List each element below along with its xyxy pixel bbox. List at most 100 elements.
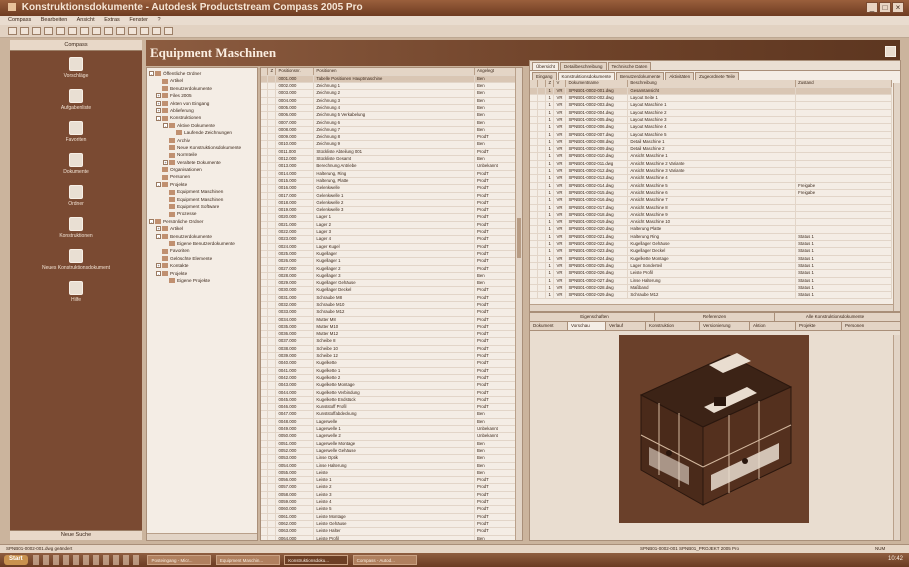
document-row[interactable]: 0024.000 Lager Kugel ProdT	[261, 243, 517, 251]
document-row[interactable]: 0015.000 Halterung, Platte ProdT	[261, 177, 517, 186]
document-row[interactable]: 0003.000 Zeichnung 2 Ben	[261, 89, 517, 98]
quicklaunch-icons[interactable]	[33, 555, 144, 565]
design-document-row[interactable]: 1 VR SPNB01-0002-026.dwg Leiste Profil Statu…	[530, 269, 892, 278]
document-row[interactable]: 0007.000 Zeichnung 6 Ben	[261, 119, 517, 127]
design-document-row[interactable]: 1 VR SPNB01-0002-013.dwg Ansicht Maschine 4	[530, 174, 892, 183]
document-row[interactable]: 0028.000 Kugellager 3 Ben	[261, 272, 517, 281]
document-row[interactable]: 0004.000 Zeichnung 3 Ben	[261, 97, 517, 106]
tree-node[interactable]: + Artikel	[149, 225, 255, 232]
document-row[interactable]: 0001.000 Tabelle Positionen Hauptmaschine…	[261, 75, 517, 84]
back-icon[interactable]	[128, 27, 137, 35]
minimize-button[interactable]: _	[866, 2, 878, 13]
document-row[interactable]: 0018.000 Gelenkwelle 2 ProdT	[261, 199, 517, 208]
document-row[interactable]: 0060.000 Leiste 5 ProdT	[261, 505, 517, 514]
document-row[interactable]: 0047.000 Kunststoffabdeckung Ben	[261, 410, 517, 419]
refresh-icon[interactable]	[116, 27, 125, 35]
start-button[interactable]: Start	[4, 555, 28, 565]
detail-scrollbar[interactable]	[893, 83, 900, 311]
paste-icon[interactable]	[80, 27, 89, 35]
column-header[interactable]	[537, 80, 547, 88]
tree-node[interactable]: Equipment Maschinen	[149, 188, 255, 195]
expand-toggle-icon[interactable]: -	[156, 270, 161, 276]
save-icon[interactable]	[32, 27, 41, 35]
document-row[interactable]: 0021.000 Lager 2 ProdT	[261, 221, 517, 230]
tree-node[interactable]: - Persönliche Ordner	[149, 218, 255, 225]
document-row[interactable]: 0025.000 Kugellager ProdT	[261, 250, 517, 259]
tree-node[interactable]: Equipment Maschinen	[149, 196, 255, 203]
document-row[interactable]: 0056.000 Leiste 1 ProdT	[261, 476, 517, 485]
subtab-design-documents[interactable]: Konstruktionsdokumente	[557, 72, 616, 80]
document-row[interactable]: 0063.000 Leiste Halter ProdT	[261, 527, 517, 536]
design-document-row[interactable]: 1 VR SPNB01-0002-021.dwg Halterung Ring Stat…	[530, 233, 892, 242]
design-document-row[interactable]: 1 VR SPNB01-0002-010.dwg Ansicht Maschine 1	[530, 152, 892, 161]
subtab-assigned-parts[interactable]: Zugeordnete Teile	[695, 72, 740, 80]
column-header[interactable]: Zustand	[795, 80, 892, 88]
design-document-row[interactable]: 1 VR SPNB01-0002-027.dwg Linse Halterung Sta…	[530, 277, 892, 285]
tab-action[interactable]: Aktion	[750, 322, 796, 330]
design-document-row[interactable]: 1 VR SPNB01-0002-005.dwg Layout Maschine 3	[530, 116, 892, 125]
document-row[interactable]: 0046.000 Kunststoff Profil ProdT	[261, 403, 517, 412]
document-row[interactable]: 0019.000 Gelenkwelle 3 ProdT	[261, 206, 517, 215]
document-row[interactable]: 0016.000 Gelenkwelle ProdT	[261, 184, 517, 193]
tree-node[interactable]: Gelöschte Elemente	[149, 255, 255, 262]
document-row[interactable]: 0009.000 Zeichnung 8 ProdT	[261, 133, 517, 142]
sidebar-item-7[interactable]: Hilfe	[10, 281, 142, 303]
document-row[interactable]: 0008.000 Zeichnung 7 Ben	[261, 126, 517, 135]
new-search-button[interactable]: Neue Suche	[10, 530, 142, 540]
sidebar-item-3[interactable]: Dokumente	[10, 153, 142, 175]
expand-toggle-icon[interactable]: -	[149, 219, 154, 225]
document-row[interactable]: 0013.000 Berechnung Antriebe Unbekannt	[261, 162, 517, 171]
expand-toggle-icon[interactable]: +	[156, 108, 161, 114]
tab-overview[interactable]: Übersicht	[532, 62, 560, 70]
design-document-row[interactable]: 1 VR SPNB01-0002-020.dwg Halterung Platte	[530, 225, 892, 234]
document-row[interactable]: 0029.000 Kugellager Gehäuse Ben	[261, 279, 517, 288]
document-row[interactable]: 0061.000 Leiste Montage ProdT	[261, 513, 517, 521]
tree-node[interactable]: Equipment Software	[149, 203, 255, 210]
expand-toggle-icon[interactable]: -	[156, 233, 161, 239]
document-row[interactable]: 0052.000 Lagerwelle Gehäuse Ben	[261, 447, 517, 456]
document-row[interactable]: 0017.000 Gelenkwelle 1 ProdT	[261, 192, 517, 200]
document-row[interactable]: 0002.000 Zeichnung 1 Ben	[261, 82, 517, 91]
tree-node[interactable]: Organisationen	[149, 166, 255, 173]
tree-node[interactable]: Eigene Projekte	[149, 277, 255, 284]
document-row[interactable]: 0035.000 Mutter M10 ProdT	[261, 323, 517, 332]
delete-icon[interactable]	[92, 27, 101, 35]
up-icon[interactable]	[152, 27, 161, 35]
design-document-row[interactable]: 1 VR SPNB01-0002-012.dwg Ansicht Maschine 3…	[530, 167, 892, 176]
column-header[interactable]: Positionen	[313, 68, 476, 76]
copy-icon[interactable]	[68, 27, 77, 35]
document-row[interactable]: 0055.000 Leiste Ben	[261, 469, 517, 478]
subtab-activities[interactable]: Aktivitäten	[665, 72, 695, 80]
tree-node[interactable]: Benutzerdokumente	[149, 85, 255, 92]
document-row[interactable]: 0057.000 Leiste 2 ProdT	[261, 483, 517, 492]
menu-view[interactable]: Ansicht	[77, 17, 95, 23]
column-header[interactable]: Z	[545, 80, 555, 88]
document-row[interactable]: 0054.000 Linse Halterung Ben	[261, 462, 517, 470]
properties-icon[interactable]	[104, 27, 113, 35]
document-row[interactable]: 0032.000 Schraube M10 ProdT	[261, 301, 517, 310]
tree-node[interactable]: Normteile	[149, 151, 255, 158]
design-document-row[interactable]: 1 VR SPNB01-0002-025.dwg Lager Sonderteil St…	[530, 262, 892, 271]
tree-node[interactable]: Eigene Benutzerdokumente	[149, 240, 255, 247]
task-button-design-documents[interactable]: Konstruktionsdoku...	[284, 555, 349, 565]
document-row[interactable]: 0026.000 Kugellager 1 ProdT	[261, 257, 517, 266]
tab-references[interactable]: Referenzen	[655, 313, 775, 321]
cut-icon[interactable]	[56, 27, 65, 35]
design-document-row[interactable]: 1 VR SPNB01-0002-019.dwg Ansicht Maschine 1…	[530, 218, 892, 227]
design-document-row[interactable]: 1 VR SPNB01-0002-002.dwg Layout Seite 1	[530, 94, 892, 103]
design-document-row[interactable]: 1 VR SPNB01-0002-014.dwg Ansicht Maschine 5…	[530, 182, 892, 190]
detail-horizontal-scrollbar[interactable]	[530, 304, 893, 311]
tab-history[interactable]: Verlauf	[606, 322, 646, 330]
document-row[interactable]: 0027.000 Kugellager 2 ProdT	[261, 265, 517, 273]
task-button-equipment[interactable]: Equipment Maschin...	[215, 555, 280, 565]
expand-toggle-icon[interactable]: +	[156, 100, 161, 106]
preview-scrollbar[interactable]	[893, 335, 900, 540]
document-row[interactable]: 0043.000 Kugelkette Montage ProdT	[261, 381, 517, 390]
tree-node[interactable]: + Kontakte	[149, 262, 255, 269]
forward-icon[interactable]	[140, 27, 149, 35]
design-document-row[interactable]: 1 VR SPNB01-0002-008.dwg Detail Maschine 1	[530, 138, 892, 147]
document-row[interactable]: 0033.000 Schraube M12 ProdT	[261, 308, 517, 317]
close-button[interactable]: ×	[892, 2, 904, 13]
document-row[interactable]: 0048.000 Lagerwelle Ben	[261, 418, 517, 427]
design-document-row[interactable]: 1 VR SPNB01-0002-007.dwg Layout Maschine 5	[530, 131, 892, 139]
